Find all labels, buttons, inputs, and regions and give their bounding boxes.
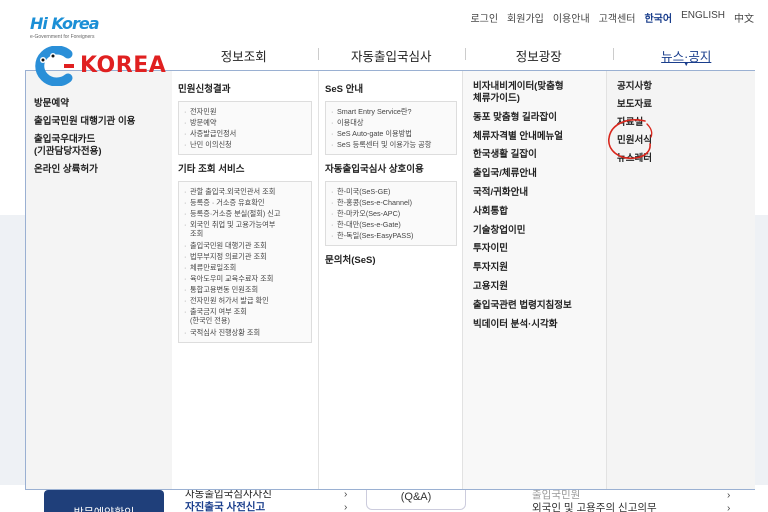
submenu-link[interactable]: 등록증·거소증 분실(절회) 신고: [183, 208, 307, 219]
menu-link[interactable]: 출입국민원 대행기관 이용: [34, 116, 135, 128]
mega-col-news-notice: 공지사항 보도자료 자료실 민원서식 뉴스레터: [606, 71, 755, 489]
mega-menu: 방문예약 출입국민원 대행기관 이용 출입국우대카드 (기관담당자전용) 온라인…: [25, 70, 755, 490]
submenu-link[interactable]: 이용대상: [330, 117, 452, 128]
mega-col-info-plaza: 비자내비게이터(맞춤형 체류가이드) 동포 맞춤형 길라잡이 체류자격별 안내메…: [462, 71, 606, 489]
visit-confirm-button[interactable]: 방문예약확인: [44, 490, 164, 512]
submenu-link[interactable]: 한-대만(Ses-e-Gate): [330, 219, 452, 230]
menu-link[interactable]: 사회통합: [473, 206, 572, 218]
submenu-link[interactable]: 출국금지 여부 조회 (한국인 전용): [183, 307, 307, 325]
submenu-link[interactable]: 사증발급인정서: [183, 128, 307, 139]
section-title[interactable]: 민원신청결과: [178, 81, 312, 95]
caret-down-icon: ▼: [682, 61, 690, 68]
hikorea-logo-text: Hi Korea: [30, 14, 99, 33]
menu-link[interactable]: 체류자격별 안내메뉴얼: [473, 131, 572, 143]
menu-link[interactable]: 동포 맞춤형 길라잡이: [473, 112, 572, 124]
utility-menu: 로그인 회원가입 이용안내 고객센터 한국어 ENGLISH 中文: [470, 10, 754, 25]
hikorea-logo[interactable]: Hi Korea e-Government for Foreigners: [30, 8, 120, 42]
submenu-link[interactable]: 방문예약: [183, 117, 307, 128]
bottom-right-item[interactable]: 출입국민원: [532, 489, 657, 502]
section-title[interactable]: 자동출입국심사 상호이용: [325, 161, 457, 175]
submenu-link[interactable]: 한-마카오(Ses-APC): [330, 208, 452, 219]
submenu-link[interactable]: SeS 등록센터 및 이용가능 공항: [330, 139, 452, 150]
submenu-link[interactable]: 관할 출입국.외국인관서 조회: [183, 186, 307, 197]
submenu-link[interactable]: 체류만료일조회: [183, 262, 307, 273]
submenu-link[interactable]: 난민 이의신청: [183, 139, 307, 150]
menu-link[interactable]: 투자지원: [473, 262, 572, 274]
submenu-link[interactable]: 출입국민원 대행기관 조회: [183, 240, 307, 251]
submenu-box: 한-미국(SeS-GE) 한-홍콩(Ses-e-Channel) 한-마카오(S…: [325, 181, 457, 246]
lang-chinese[interactable]: 中文: [734, 10, 754, 25]
guide-link[interactable]: 이용안내: [553, 10, 590, 25]
section-title[interactable]: SeS 안내: [325, 81, 457, 95]
submenu-link[interactable]: 한-홍콩(Ses-e-Channel): [330, 197, 452, 208]
menu-link-notices[interactable]: 공지사항: [617, 81, 652, 93]
bottom-list-item[interactable]: 자진출국 사전신고: [185, 501, 272, 512]
login-link[interactable]: 로그인: [470, 10, 498, 25]
menu-link[interactable]: 국적/귀화안내: [473, 187, 572, 199]
chevron-right-icon: ›: [727, 503, 731, 512]
bottom-right-list: 출입국민원 외국인 및 고용주의 신고의무: [532, 489, 657, 512]
support-link[interactable]: 고객센터: [599, 10, 636, 25]
submenu-link[interactable]: 국적심사 진행상황 조회: [183, 327, 307, 338]
chevron-right-icon: ›: [344, 502, 348, 512]
chevron-right-icon: ›: [727, 490, 731, 501]
c-korea-mascot-icon: [35, 46, 74, 86]
lang-korean[interactable]: 한국어: [644, 10, 672, 25]
lang-english[interactable]: ENGLISH: [681, 10, 725, 25]
menu-link-newsletter[interactable]: 뉴스레터: [617, 153, 652, 165]
bottom-right-arrows: › ›: [727, 489, 730, 512]
menu-link[interactable]: 투자이민: [473, 243, 572, 255]
nav-news-notice[interactable]: 뉴스·공지 ▼: [612, 44, 761, 70]
submenu-link[interactable]: Smart Entry Service란?: [330, 106, 452, 117]
submenu-link[interactable]: 등록증 · 거소증 유효확인: [183, 197, 307, 208]
submenu-box: Smart Entry Service란? 이용대상 SeS Auto-gate…: [325, 101, 457, 155]
submenu-link[interactable]: 한-미국(SeS-GE): [330, 186, 452, 197]
menu-link-press[interactable]: 보도자료: [617, 99, 652, 111]
hikorea-logo-subtitle: e-Government for Foreigners: [30, 34, 95, 40]
mega-col-info-lookup: 민원신청결과 전자민원 방문예약 사증발급인정서 난민 이의신청 기타 조회 서…: [172, 71, 318, 489]
main-nav: 정보조회 자동출입국심사 정보광장 뉴스·공지 ▼: [170, 44, 760, 70]
bottom-list: 자동출입국심사자진 자진출국 사전신고: [185, 488, 272, 512]
c-korea-logo-text: KOREA: [80, 53, 167, 78]
menu-link[interactable]: 비자내비게이터(맞춤형 체류가이드): [473, 81, 572, 105]
submenu-link[interactable]: 법무부지정 의료기관 조회: [183, 251, 307, 262]
submenu-link[interactable]: 한-독일(Ses-EasyPASS): [330, 230, 452, 241]
bottom-right-item[interactable]: 외국인 및 고용주의 신고의무: [532, 502, 657, 512]
submenu-link[interactable]: 외국인 취업 및 고용가능여부 조회: [183, 220, 307, 238]
c-korea-logo: KOREA: [28, 46, 178, 86]
bottom-list-arrows: › ›: [344, 488, 347, 512]
signup-link[interactable]: 회원가입: [507, 10, 544, 25]
menu-link[interactable]: 온라인 상륙허가: [34, 164, 135, 176]
menu-link[interactable]: 방문예약: [34, 98, 135, 110]
submenu-link[interactable]: SeS Auto-gate 이용방법: [330, 128, 452, 139]
menu-link[interactable]: 빅데이터 분석·시각화: [473, 319, 572, 331]
nav-info-plaza[interactable]: 정보광장: [465, 44, 613, 70]
menu-link-resources[interactable]: 자료실: [617, 117, 652, 129]
submenu-link[interactable]: 육아도우미 교육수료자 조회: [183, 273, 307, 284]
menu-link[interactable]: 기술창업이민: [473, 225, 572, 237]
mega-col-auto-immigration: SeS 안내 Smart Entry Service란? 이용대상 SeS Au…: [318, 71, 462, 489]
nav-auto-immigration[interactable]: 자동출입국심사: [317, 44, 466, 70]
hikorea-logo-mark: Hi Korea: [30, 10, 99, 35]
menu-link[interactable]: 고용지원: [473, 281, 572, 293]
menu-link[interactable]: 한국생활 길잡이: [473, 149, 572, 161]
menu-link[interactable]: 출입국우대카드 (기관담당자전용): [34, 134, 135, 158]
mega-col-civil: 방문예약 출입국민원 대행기관 이용 출입국우대카드 (기관담당자전용) 온라인…: [26, 71, 172, 489]
submenu-link[interactable]: 전자민원: [183, 106, 307, 117]
submenu-link[interactable]: 전자민원 허가서 발급 확인: [183, 295, 307, 306]
submenu-box: 전자민원 방문예약 사증발급인정서 난민 이의신청: [178, 101, 312, 155]
section-title[interactable]: 기타 조회 서비스: [178, 161, 312, 175]
nav-info-lookup[interactable]: 정보조회: [170, 44, 318, 70]
submenu-link[interactable]: 통합고용변동 민원조회: [183, 284, 307, 295]
section-title[interactable]: 문의처(SeS): [325, 252, 457, 266]
submenu-box: 관할 출입국.외국인관서 조회 등록증 · 거소증 유효확인 등록증·거소증 분…: [178, 181, 312, 343]
menu-link[interactable]: 출입국/체류안내: [473, 168, 572, 180]
menu-link[interactable]: 출입국관련 법령지침정보: [473, 300, 572, 312]
menu-link-forms[interactable]: 민원서식: [617, 135, 652, 147]
